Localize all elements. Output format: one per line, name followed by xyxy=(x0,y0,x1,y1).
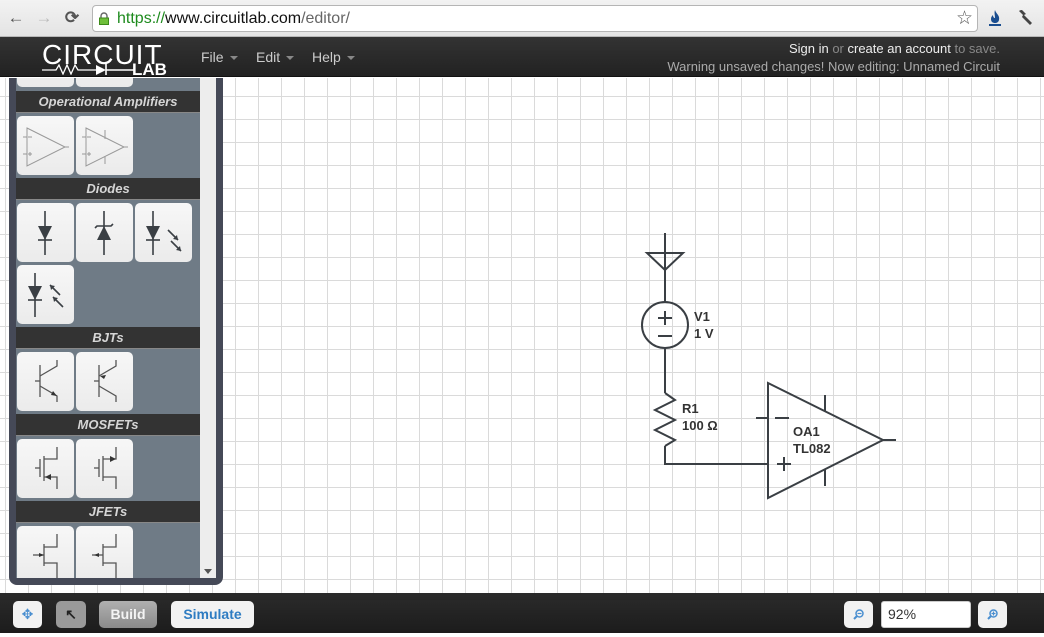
v1-label: V1 1 V xyxy=(694,309,714,341)
resistor-r1[interactable] xyxy=(652,392,678,447)
tile-diode[interactable] xyxy=(17,203,74,262)
tile-led[interactable] xyxy=(135,203,192,262)
category-header-bjts: BJTs xyxy=(16,327,200,349)
zoom-in-button[interactable] xyxy=(978,601,1007,628)
sign-in-prompt: Sign in or create an account to save. xyxy=(788,41,1000,56)
pjfet-icon xyxy=(92,534,117,578)
chevron-down-icon xyxy=(286,56,295,61)
create-account-link[interactable]: create an account xyxy=(848,41,951,56)
chevron-down-icon xyxy=(346,56,355,61)
forward-icon[interactable]: → xyxy=(34,8,54,28)
select-tool-button[interactable]: ↖ xyxy=(56,601,86,628)
nmos-icon xyxy=(35,447,58,489)
zoom-out-button[interactable] xyxy=(844,601,873,628)
tile-pjfet[interactable] xyxy=(76,526,133,578)
tile-zener-diode[interactable] xyxy=(76,203,133,262)
voltage-source-v1[interactable] xyxy=(641,301,689,349)
zoom-in-icon xyxy=(987,609,998,620)
lock-icon xyxy=(99,12,109,25)
tile-pnp[interactable] xyxy=(76,352,133,411)
tile-pmos[interactable] xyxy=(76,439,133,498)
flame-extension-icon[interactable] xyxy=(987,9,1003,27)
back-icon[interactable]: ← xyxy=(6,8,26,28)
menu-edit[interactable]: Edit xyxy=(256,49,295,65)
ground-symbol[interactable] xyxy=(644,233,686,272)
category-header-diodes: Diodes xyxy=(16,178,200,200)
palette-scrollbar[interactable] xyxy=(200,78,216,578)
tile-npn[interactable] xyxy=(17,352,74,411)
tile-njfet[interactable] xyxy=(17,526,74,578)
wire[interactable] xyxy=(664,446,768,465)
url-text: https://www.circuitlab.com/editor/ xyxy=(117,10,350,27)
tile-opamp-5pin[interactable] xyxy=(76,116,133,175)
pan-tool-button[interactable]: ✥ xyxy=(13,601,42,628)
component-palette: Operational Amplifiers Diodes BJTs MOSFE… xyxy=(9,78,223,585)
sign-in-link[interactable]: Sign in xyxy=(789,41,829,56)
tile-opamp-3pin[interactable] xyxy=(17,116,74,175)
pnp-transistor-icon xyxy=(94,360,117,402)
category-header-mosfets: MOSFETs xyxy=(16,414,200,436)
menu-help[interactable]: Help xyxy=(312,49,355,65)
tile-nmos[interactable] xyxy=(17,439,74,498)
wrench-icon[interactable] xyxy=(1016,9,1034,27)
resistor-diode-logo-icon xyxy=(42,63,134,75)
app-header: CIRCUIT LAB File Edit Help Sign in or cr… xyxy=(0,37,1044,79)
diode-icon xyxy=(38,211,52,255)
zoom-level-input[interactable]: 92% xyxy=(881,601,971,628)
move-icon: ✥ xyxy=(21,606,34,622)
photodiode-icon xyxy=(28,273,64,317)
cursor-icon: ↖ xyxy=(65,606,77,622)
scroll-down-icon[interactable] xyxy=(204,569,212,574)
r1-label: R1 100 Ω xyxy=(682,401,718,433)
circuitlab-logo[interactable]: CIRCUIT LAB xyxy=(40,39,180,79)
npn-transistor-icon xyxy=(35,360,58,402)
opamp-icon xyxy=(23,127,69,167)
zener-diode-icon xyxy=(94,211,114,255)
bottom-toolbar: ✥ ↖ Build Simulate 92% xyxy=(0,593,1044,633)
zoom-out-icon xyxy=(853,609,864,620)
menu-file[interactable]: File xyxy=(201,49,238,65)
oa1-label: OA1 TL082 xyxy=(793,424,831,456)
reload-icon[interactable]: ⟳ xyxy=(62,8,82,28)
category-header-opamps: Operational Amplifiers xyxy=(16,91,200,113)
pmos-icon xyxy=(94,447,117,489)
bookmark-star-icon[interactable]: ☆ xyxy=(956,7,973,30)
component-tile[interactable] xyxy=(76,78,133,87)
browser-toolbar: ← → ⟳ https://www.circuitlab.com/editor/… xyxy=(0,0,1044,37)
chevron-down-icon xyxy=(229,56,238,61)
component-tile[interactable] xyxy=(17,78,74,87)
opamp-power-icon xyxy=(82,127,128,167)
address-bar[interactable]: https://www.circuitlab.com/editor/ ☆ xyxy=(92,5,978,32)
led-icon xyxy=(146,211,182,255)
simulate-button[interactable]: Simulate xyxy=(171,601,254,628)
tile-photodiode[interactable] xyxy=(17,265,74,324)
category-header-jfets: JFETs xyxy=(16,501,200,523)
build-button[interactable]: Build xyxy=(99,601,157,628)
unsaved-warning: Warning unsaved changes! Now editing: Un… xyxy=(667,59,1000,74)
njfet-icon xyxy=(33,534,58,578)
